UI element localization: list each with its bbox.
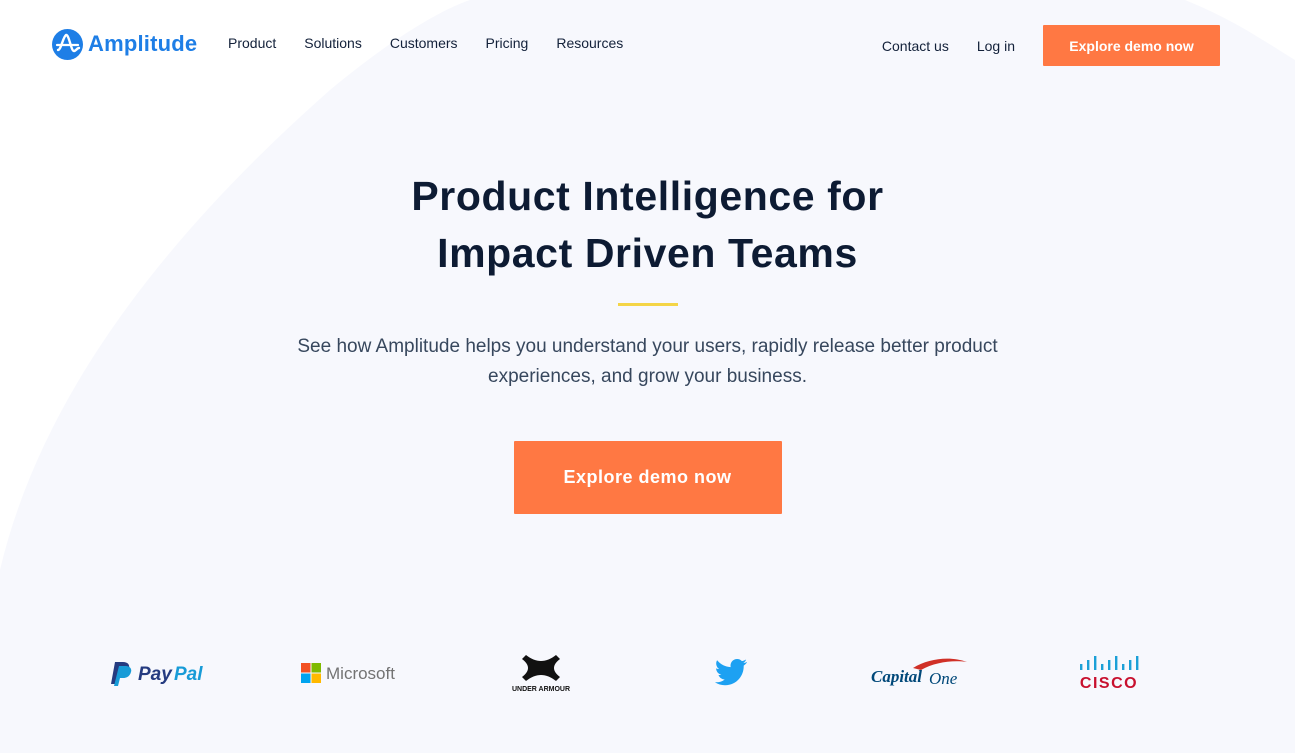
amplitude-logo-icon bbox=[52, 28, 83, 60]
primary-nav: Product Solutions Customers Pricing Reso… bbox=[228, 35, 651, 51]
paypal-logo-icon: Pay Pal bbox=[66, 645, 256, 701]
hero-title-line-1: Product Intelligence for bbox=[411, 173, 884, 219]
nav-resources[interactable]: Resources bbox=[556, 35, 623, 51]
accent-divider bbox=[617, 303, 678, 306]
secondary-nav: Contact us Log in Explore demo now bbox=[882, 25, 1220, 66]
hero-section: Product Intelligence for Impact Driven T… bbox=[0, 168, 1295, 514]
microsoft-logo-icon: Microsoft bbox=[256, 645, 446, 701]
customer-logos: Pay Pal Microsoft UNDER ARMOUR Capital O… bbox=[66, 645, 1206, 701]
svg-text:Pay: Pay bbox=[138, 664, 173, 685]
svg-text:Microsoft: Microsoft bbox=[326, 664, 395, 683]
capital-one-logo-icon: Capital One bbox=[826, 645, 1016, 701]
nav-customers[interactable]: Customers bbox=[390, 35, 458, 51]
under-armour-logo-icon: UNDER ARMOUR bbox=[446, 645, 636, 701]
twitter-bird-icon bbox=[636, 645, 826, 701]
logo-wordmark: Amplitude bbox=[88, 31, 198, 56]
nav-pricing[interactable]: Pricing bbox=[486, 35, 529, 51]
svg-text:CISCO: CISCO bbox=[1080, 675, 1138, 692]
nav-log-in[interactable]: Log in bbox=[977, 38, 1015, 54]
svg-text:One: One bbox=[929, 669, 958, 688]
explore-demo-hero-button[interactable]: Explore demo now bbox=[513, 441, 782, 514]
top-navigation: Amplitude Product Solutions Customers Pr… bbox=[0, 0, 1295, 90]
nav-contact-us[interactable]: Contact us bbox=[882, 38, 949, 54]
svg-text:UNDER ARMOUR: UNDER ARMOUR bbox=[512, 686, 570, 693]
amplitude-logo[interactable]: Amplitude bbox=[52, 28, 197, 60]
explore-demo-nav-button[interactable]: Explore demo now bbox=[1043, 25, 1220, 66]
nav-solutions[interactable]: Solutions bbox=[304, 35, 362, 51]
hero-title: Product Intelligence for Impact Driven T… bbox=[298, 168, 998, 282]
hero-title-line-2: Impact Driven Teams bbox=[437, 230, 858, 276]
nav-product[interactable]: Product bbox=[228, 35, 276, 51]
hero-subtitle: See how Amplitude helps you understand y… bbox=[297, 336, 998, 387]
cisco-logo-icon: CISCO bbox=[1016, 645, 1206, 701]
svg-text:Pal: Pal bbox=[174, 664, 203, 685]
svg-text:Capital: Capital bbox=[871, 667, 922, 686]
